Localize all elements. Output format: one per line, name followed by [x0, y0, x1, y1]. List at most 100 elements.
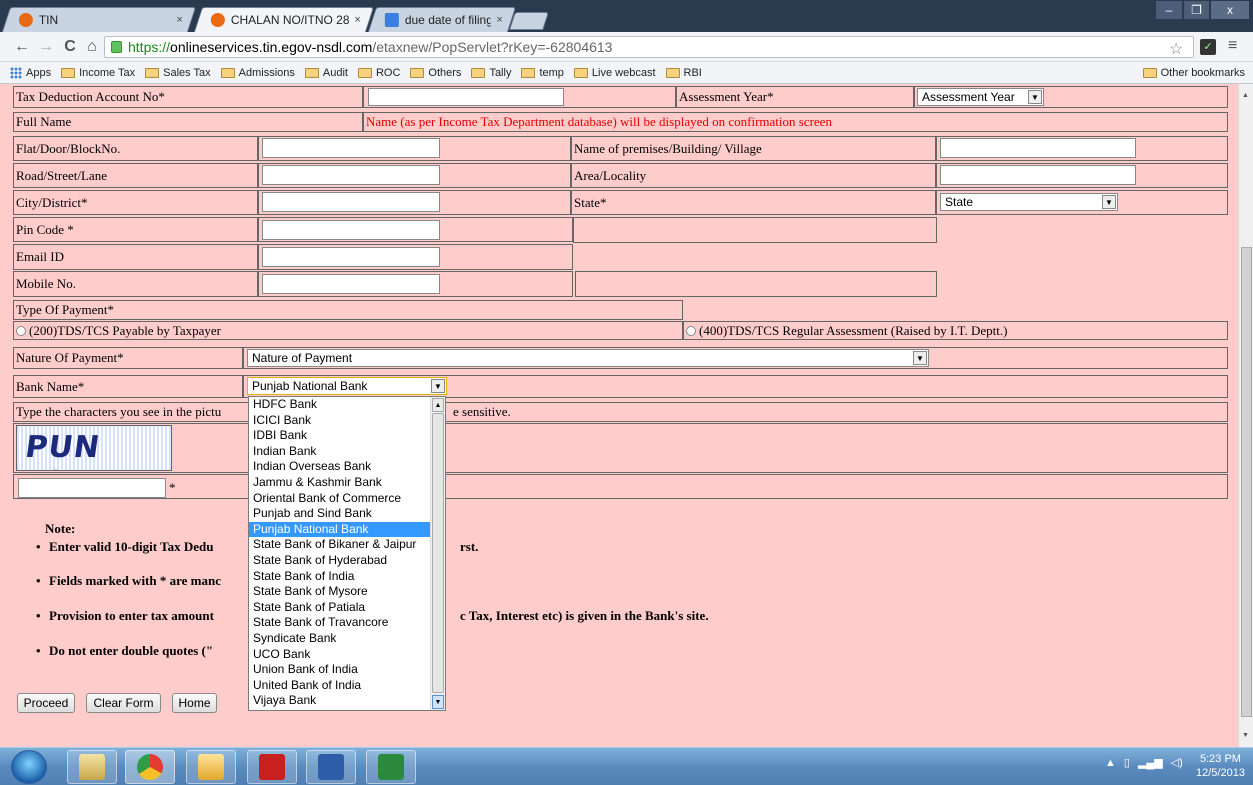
bookmark-label: temp: [539, 66, 564, 79]
bookmark-sales-tax[interactable]: Sales Tax: [145, 67, 211, 79]
bank-option[interactable]: Vijaya Bank: [249, 693, 430, 709]
flat-input[interactable]: [262, 138, 440, 158]
payment-400-cell[interactable]: (400)TDS/TCS Regular Assessment (Raised …: [683, 321, 1228, 340]
city-input[interactable]: [262, 192, 440, 212]
page-scrollbar[interactable]: ▲ ▼: [1238, 84, 1253, 747]
close-icon[interactable]: ×: [176, 14, 182, 26]
bank-option[interactable]: State Bank of India: [249, 569, 430, 585]
premises-input[interactable]: [940, 138, 1136, 158]
bookmark-rbi[interactable]: RBI: [665, 67, 702, 79]
tab-chalan[interactable]: CHALAN NO/ITNO 281 ×: [193, 7, 375, 32]
bank-option[interactable]: State Bank of Bikaner & Jaipur: [249, 537, 430, 553]
bookmark-others[interactable]: Others: [410, 67, 461, 79]
payment-400-radio[interactable]: [686, 325, 696, 336]
bank-option[interactable]: United Bank of India: [249, 678, 430, 694]
excel-taskbar-button[interactable]: [366, 750, 416, 784]
email-input[interactable]: [262, 247, 440, 267]
explorer-taskbar-button[interactable]: [67, 750, 117, 784]
bookmark-live-webcast[interactable]: Live webcast: [573, 67, 656, 79]
bookmark-admissions[interactable]: Admissions: [220, 67, 295, 79]
start-button[interactable]: [11, 750, 47, 784]
bookmark-audit[interactable]: Audit: [304, 67, 348, 79]
clear-form-button[interactable]: Clear Form: [86, 693, 161, 713]
bank-name-select[interactable]: Punjab National Bank ▼: [247, 377, 447, 395]
usb-icon[interactable]: ▯: [1124, 756, 1130, 769]
bookmark-tally[interactable]: Tally: [471, 67, 511, 79]
maximize-button[interactable]: ❐: [1183, 0, 1210, 20]
scroll-thumb[interactable]: [432, 413, 444, 693]
scroll-up-icon[interactable]: ▲: [432, 398, 444, 412]
road-input[interactable]: [262, 165, 440, 185]
area-input[interactable]: [940, 165, 1136, 185]
other-bookmarks[interactable]: Other bookmarks: [1142, 66, 1245, 79]
bank-dropdown-list[interactable]: HDFC Bank ICICI Bank IDBI Bank Indian Bank I…: [248, 396, 446, 711]
word-taskbar-button[interactable]: [306, 750, 356, 784]
bookmark-label: Other bookmarks: [1160, 66, 1245, 79]
bank-option[interactable]: Indian Bank: [249, 444, 430, 460]
minimize-button[interactable]: –: [1155, 0, 1183, 20]
bank-option[interactable]: State Bank of Mysore: [249, 584, 430, 600]
bank-option[interactable]: HDFC Bank: [249, 397, 430, 413]
home-button[interactable]: Home: [172, 693, 217, 713]
bookmark-income-tax[interactable]: Income Tax: [61, 67, 135, 79]
bank-option[interactable]: ICICI Bank: [249, 413, 430, 429]
url-host: onlineservices.tin.egov-nsdl.com: [170, 39, 373, 55]
bank-option[interactable]: Syndicate Bank: [249, 631, 430, 647]
full-name-note-cell: Name (as per Income Tax Department datab…: [363, 112, 1228, 132]
volume-icon[interactable]: ◁): [1171, 756, 1183, 769]
bank-option[interactable]: UCO Bank: [249, 647, 430, 663]
scroll-up-icon[interactable]: ▲: [1242, 92, 1249, 99]
chrome-taskbar-button[interactable]: [125, 750, 175, 784]
bookmark-apps[interactable]: Apps: [0, 66, 51, 79]
dropdown-scrollbar[interactable]: ▲ ▼: [430, 397, 445, 710]
captcha-input-cell: [13, 474, 1228, 499]
close-window-button[interactable]: x: [1210, 0, 1250, 20]
bank-option[interactable]: Indian Overseas Bank: [249, 459, 430, 475]
type-of-payment-label-cell: Type Of Payment*: [13, 300, 683, 320]
bank-option[interactable]: IDBI Bank: [249, 428, 430, 444]
chrome-icon: [137, 754, 163, 780]
bank-option[interactable]: Union Bank of India: [249, 662, 430, 678]
bank-option[interactable]: Punjab and Sind Bank: [249, 506, 430, 522]
new-tab-button[interactable]: [509, 12, 549, 30]
bank-option[interactable]: State Bank of Travancore: [249, 615, 430, 631]
back-arrow-icon[interactable]: ←: [12, 37, 32, 57]
payment-200-cell[interactable]: (200)TDS/TCS Payable by Taxpayer: [13, 321, 683, 340]
reload-icon[interactable]: C: [60, 37, 80, 57]
assessment-year-select[interactable]: Assessment Year ▼: [917, 88, 1044, 106]
network-signal-icon[interactable]: ▂▄▆: [1138, 756, 1163, 769]
bookmark-roc[interactable]: ROC: [357, 67, 400, 79]
pin-label-cell: Pin Code *: [13, 217, 258, 242]
state-select[interactable]: State ▼: [940, 193, 1118, 211]
tan-input[interactable]: [368, 88, 564, 106]
tab-google-search[interactable]: due date of filing professi ×: [367, 7, 517, 32]
bookmark-star-icon[interactable]: ☆: [1169, 39, 1183, 59]
bank-option[interactable]: Jammu & Kashmir Bank: [249, 475, 430, 491]
mobile-input[interactable]: [262, 274, 440, 294]
captcha-input[interactable]: [18, 478, 166, 498]
scroll-down-icon[interactable]: ▼: [1242, 732, 1249, 739]
outlook-taskbar-button[interactable]: [186, 750, 236, 784]
close-icon[interactable]: ×: [354, 14, 360, 26]
acrobat-taskbar-button[interactable]: [247, 750, 297, 784]
bank-option[interactable]: State Bank of Hyderabad: [249, 553, 430, 569]
payment-200-radio[interactable]: [16, 325, 26, 336]
bookmark-temp[interactable]: temp: [521, 66, 564, 79]
address-bar[interactable]: https:// onlineservices.tin.egov-nsdl.co…: [104, 36, 1194, 58]
forward-arrow-icon[interactable]: →: [36, 37, 56, 57]
extension-icon[interactable]: ✓: [1200, 39, 1216, 55]
scroll-down-icon[interactable]: ▼: [432, 695, 444, 709]
proceed-button[interactable]: Proceed: [17, 693, 75, 713]
scroll-thumb[interactable]: [1241, 247, 1252, 717]
bank-option[interactable]: Oriental Bank of Commerce: [249, 491, 430, 507]
close-icon[interactable]: ×: [496, 14, 502, 26]
bank-option[interactable]: Punjab National Bank: [249, 521, 430, 538]
taskbar-clock[interactable]: 5:23 PM 12/5/2013: [1196, 752, 1245, 780]
show-hidden-icons-icon[interactable]: ▲: [1105, 757, 1116, 769]
menu-icon[interactable]: ≡: [1228, 37, 1237, 55]
tab-tin[interactable]: TIN ×: [1, 7, 197, 32]
home-icon[interactable]: ⌂: [82, 37, 102, 57]
bank-option[interactable]: State Bank of Patiala: [249, 600, 430, 616]
pin-input[interactable]: [262, 220, 440, 240]
nature-of-payment-select[interactable]: Nature of Payment ▼: [247, 349, 929, 367]
